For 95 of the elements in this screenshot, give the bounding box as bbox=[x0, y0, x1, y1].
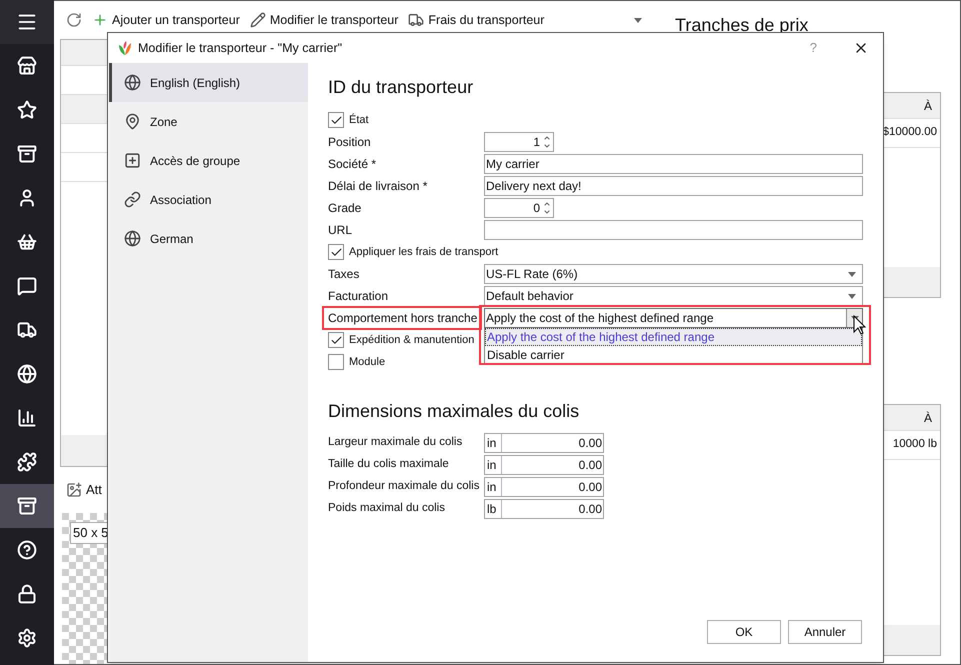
checkbox[interactable] bbox=[328, 244, 344, 260]
checkbox[interactable] bbox=[328, 332, 344, 348]
number-spinner[interactable]: 1 bbox=[484, 132, 554, 152]
nav-item[interactable]: Accès de groupe bbox=[109, 141, 308, 180]
archive-icon bbox=[17, 144, 37, 164]
unit-label: in bbox=[485, 456, 502, 474]
dropdown[interactable]: Apply the cost of the highest defined range bbox=[484, 308, 863, 328]
checkbox-label: Module bbox=[349, 354, 386, 370]
measure-field[interactable]: in 0.00 bbox=[484, 477, 604, 497]
sidebar-item[interactable] bbox=[0, 484, 54, 528]
globe-icon bbox=[17, 364, 37, 384]
archive-icon bbox=[17, 496, 37, 516]
plus-icon bbox=[92, 12, 108, 28]
settings-icon bbox=[17, 628, 37, 648]
caret-icon bbox=[848, 294, 856, 298]
chat-icon bbox=[17, 276, 37, 296]
field-label: Grade bbox=[328, 200, 362, 217]
lock-icon bbox=[17, 584, 37, 604]
field-label: Facturation bbox=[328, 288, 390, 305]
panel-title: Tranches de prix bbox=[674, 14, 810, 37]
measure-value: 0.00 bbox=[578, 479, 603, 496]
measure-value: 0.00 bbox=[578, 435, 603, 452]
caret-icon bbox=[848, 272, 856, 276]
puzzle-icon bbox=[17, 452, 37, 472]
checkbox-label: Expédition & manutention bbox=[349, 332, 474, 348]
checkbox[interactable] bbox=[328, 112, 344, 128]
toolbar-button[interactable]: Frais du transporteur bbox=[408, 10, 544, 30]
unit-label: in bbox=[485, 478, 502, 496]
refresh-icon[interactable] bbox=[66, 12, 82, 28]
dropdown-option[interactable]: Apply the cost of the highest defined range bbox=[485, 328, 862, 346]
link-icon bbox=[124, 191, 141, 208]
dropdown[interactable]: US-FL Rate (6%) bbox=[484, 264, 863, 284]
bar-chart-icon bbox=[17, 408, 37, 428]
attachment-label: Att bbox=[86, 481, 102, 500]
map-pin-icon bbox=[124, 113, 141, 130]
dropdown-value: Default behavior bbox=[486, 288, 574, 305]
store-icon bbox=[17, 56, 37, 76]
check-icon bbox=[330, 246, 342, 258]
check-icon bbox=[330, 114, 342, 126]
field-label: Position bbox=[328, 134, 372, 151]
globe-icon bbox=[124, 230, 141, 247]
dropdown-value: Apply the cost of the highest defined range bbox=[486, 310, 714, 327]
dialog-button[interactable]: OK bbox=[707, 620, 781, 644]
truck-icon bbox=[17, 320, 37, 340]
nav-item[interactable]: Association bbox=[109, 180, 308, 219]
nav-item[interactable]: English (English) bbox=[109, 63, 308, 102]
highlighted-label: Comportement hors tranche bbox=[322, 306, 482, 330]
section-heading: ID du transporteur bbox=[328, 76, 474, 99]
dialog-button[interactable]: Annuler bbox=[788, 620, 862, 644]
spinner-value: 0 bbox=[533, 200, 540, 217]
add-group-icon bbox=[124, 152, 141, 169]
add-image-icon[interactable] bbox=[66, 482, 82, 498]
user-icon bbox=[17, 188, 37, 208]
unit-label: in bbox=[485, 434, 502, 452]
measure-value: 0.00 bbox=[578, 457, 603, 474]
toolbar-button[interactable]: Ajouter un transporteur bbox=[92, 10, 240, 30]
dropdown-value: US-FL Rate (6%) bbox=[486, 266, 578, 283]
field-label: URL bbox=[328, 222, 354, 239]
star-icon bbox=[17, 100, 37, 120]
field-label: Taxes bbox=[328, 266, 360, 283]
globe-icon bbox=[124, 74, 141, 91]
basket-icon bbox=[17, 232, 37, 252]
checkbox-label: Appliquer les frais de transport bbox=[349, 244, 498, 260]
measure-field[interactable]: in 0.00 bbox=[484, 433, 604, 453]
app-logo-icon bbox=[118, 40, 132, 56]
field-label: Profondeur maximale du colis bbox=[328, 479, 480, 494]
toolbar-button[interactable]: Modifier le transporteur bbox=[250, 10, 398, 30]
unit-label: lb bbox=[485, 500, 502, 518]
text-field[interactable]: My carrier bbox=[484, 154, 863, 174]
text-field[interactable] bbox=[484, 220, 863, 240]
section-heading: Dimensions maximales du colis bbox=[328, 400, 580, 423]
field-label: Taille du colis maximale bbox=[328, 457, 450, 472]
nav-item[interactable]: Zone bbox=[109, 102, 308, 141]
field-label: Poids maximal du colis bbox=[328, 501, 446, 516]
spinner-value: 1 bbox=[533, 134, 540, 151]
nav-item[interactable]: German bbox=[109, 219, 308, 258]
checkbox-label: État bbox=[349, 112, 369, 128]
checkbox[interactable] bbox=[328, 354, 344, 370]
caret-icon bbox=[634, 18, 642, 22]
dropdown-option[interactable]: Disable carrier bbox=[485, 346, 862, 364]
help-icon bbox=[17, 540, 37, 560]
field-label: Délai de livraison * bbox=[328, 178, 428, 195]
field-label: Largeur maximale du colis bbox=[328, 435, 464, 450]
menu-button[interactable] bbox=[0, 0, 54, 44]
field-label: Société * bbox=[328, 156, 378, 173]
pencil-icon bbox=[250, 12, 266, 28]
check-icon bbox=[330, 334, 342, 346]
dropdown[interactable]: Default behavior bbox=[484, 286, 863, 306]
number-spinner[interactable]: 0 bbox=[484, 198, 554, 218]
measure-value: 0.00 bbox=[578, 501, 603, 518]
measure-field[interactable]: lb 0.00 bbox=[484, 499, 604, 519]
measure-field[interactable]: in 0.00 bbox=[484, 455, 604, 475]
truck-icon bbox=[408, 12, 424, 28]
text-field[interactable]: Delivery next day! bbox=[484, 176, 863, 196]
dialog-title: Modifier le transporteur - "My carrier" bbox=[138, 40, 344, 57]
